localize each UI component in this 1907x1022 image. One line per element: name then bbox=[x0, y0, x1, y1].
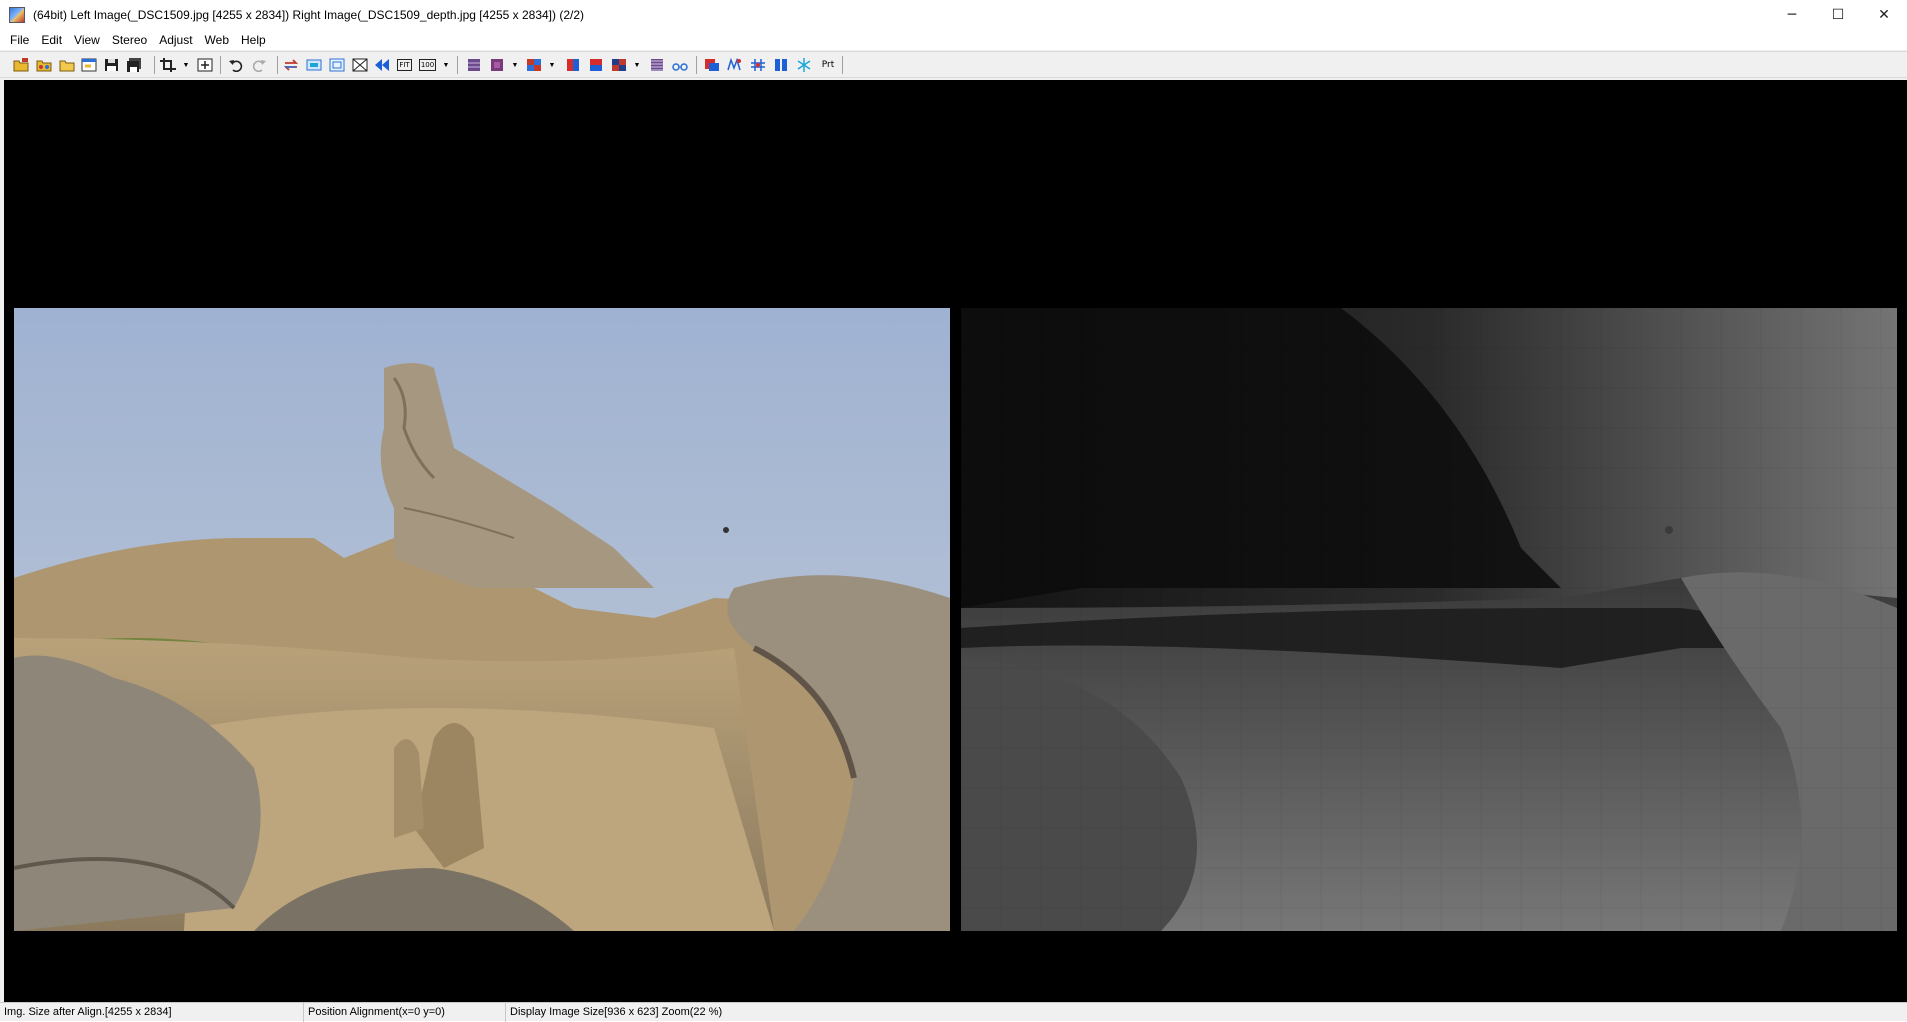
adjust-color-icon[interactable] bbox=[703, 57, 720, 73]
anaglyph-dropdown-icon[interactable]: ▼ bbox=[548, 57, 556, 73]
interlace-icon[interactable] bbox=[648, 57, 665, 73]
menu-adjust[interactable]: Adjust bbox=[153, 30, 198, 50]
menu-bar: File Edit View Stereo Adjust Web Help bbox=[0, 30, 1907, 50]
toolbar: ▼ FIT 100 ▼ ▼ ▼ ▼ Prt bbox=[0, 51, 1907, 78]
toolbar-separator bbox=[696, 56, 697, 74]
color-left-icon[interactable] bbox=[564, 57, 581, 73]
color-grid-icon[interactable] bbox=[610, 57, 627, 73]
full-screen-icon[interactable] bbox=[351, 57, 368, 73]
menu-file[interactable]: File bbox=[4, 30, 35, 50]
left-image bbox=[14, 308, 950, 931]
toolbar-separator bbox=[457, 56, 458, 74]
status-image-size: Img. Size after Align.[4255 x 2834] bbox=[0, 1003, 304, 1022]
status-bar: Img. Size after Align.[4255 x 2834] Posi… bbox=[0, 1002, 1907, 1022]
full-size-button[interactable]: 100 bbox=[419, 57, 436, 73]
status-display-size-zoom: Display Image Size[936 x 623] Zoom(22 %) bbox=[510, 1006, 723, 1018]
stereo-format-icon[interactable] bbox=[465, 57, 482, 73]
open-left-image-icon[interactable] bbox=[12, 57, 29, 73]
status-position-alignment: Position Alignment(x=0 y=0) bbox=[304, 1003, 506, 1022]
crop-dropdown-icon[interactable]: ▼ bbox=[182, 57, 190, 73]
stereo-mode-dropdown-icon[interactable]: ▼ bbox=[511, 57, 519, 73]
menu-help[interactable]: Help bbox=[235, 30, 272, 50]
toolbar-separator bbox=[842, 56, 843, 74]
color-right-icon[interactable] bbox=[587, 57, 604, 73]
resize-icon[interactable] bbox=[196, 57, 213, 73]
snowflake-icon[interactable] bbox=[795, 57, 812, 73]
columns-icon[interactable] bbox=[772, 57, 789, 73]
window-title: (64bit) Left Image(_DSC1509.jpg [4255 x … bbox=[33, 8, 585, 22]
grid-icon[interactable] bbox=[749, 57, 766, 73]
menu-edit[interactable]: Edit bbox=[35, 30, 68, 50]
menu-view[interactable]: View bbox=[68, 30, 106, 50]
window-fit-icon[interactable] bbox=[328, 57, 345, 73]
toolbar-separator bbox=[277, 56, 278, 74]
close-button[interactable]: ✕ bbox=[1861, 0, 1907, 30]
app-window: (64bit) Left Image(_DSC1509.jpg [4255 x … bbox=[0, 0, 1907, 1022]
anaglyph-icon[interactable] bbox=[525, 57, 542, 73]
open-folder-icon[interactable] bbox=[58, 57, 75, 73]
color-dropdown-icon[interactable]: ▼ bbox=[633, 57, 641, 73]
image-viewport[interactable] bbox=[4, 80, 1907, 1003]
print-button[interactable]: Prt bbox=[818, 57, 838, 73]
previous-image-icon[interactable] bbox=[373, 57, 390, 73]
zoom-dropdown-icon[interactable]: ▼ bbox=[442, 57, 450, 73]
title-bar: (64bit) Left Image(_DSC1509.jpg [4255 x … bbox=[0, 0, 1907, 30]
menu-stereo[interactable]: Stereo bbox=[106, 30, 153, 50]
open-window-icon[interactable] bbox=[80, 57, 97, 73]
maximize-button[interactable]: ☐ bbox=[1815, 0, 1861, 30]
swap-images-icon[interactable] bbox=[282, 57, 299, 73]
stereo-mode-icon[interactable] bbox=[488, 57, 505, 73]
toolbar-separator bbox=[220, 56, 221, 74]
save-all-icon[interactable] bbox=[125, 57, 142, 73]
open-stereo-image-icon[interactable] bbox=[35, 57, 52, 73]
minimize-button[interactable]: ─ bbox=[1769, 0, 1815, 30]
app-icon bbox=[9, 7, 25, 23]
right-image-depth-map bbox=[961, 308, 1897, 931]
binoculars-icon[interactable] bbox=[671, 57, 688, 73]
crop-icon[interactable] bbox=[159, 57, 176, 73]
toolbar-separator bbox=[154, 56, 155, 74]
side-by-side-icon[interactable] bbox=[305, 57, 322, 73]
menu-web[interactable]: Web bbox=[199, 30, 235, 50]
undo-icon[interactable] bbox=[227, 57, 244, 73]
save-icon[interactable] bbox=[103, 57, 120, 73]
fit-window-button[interactable]: FIT bbox=[396, 57, 413, 73]
redo-icon bbox=[250, 57, 267, 73]
auto-align-icon[interactable] bbox=[726, 57, 743, 73]
